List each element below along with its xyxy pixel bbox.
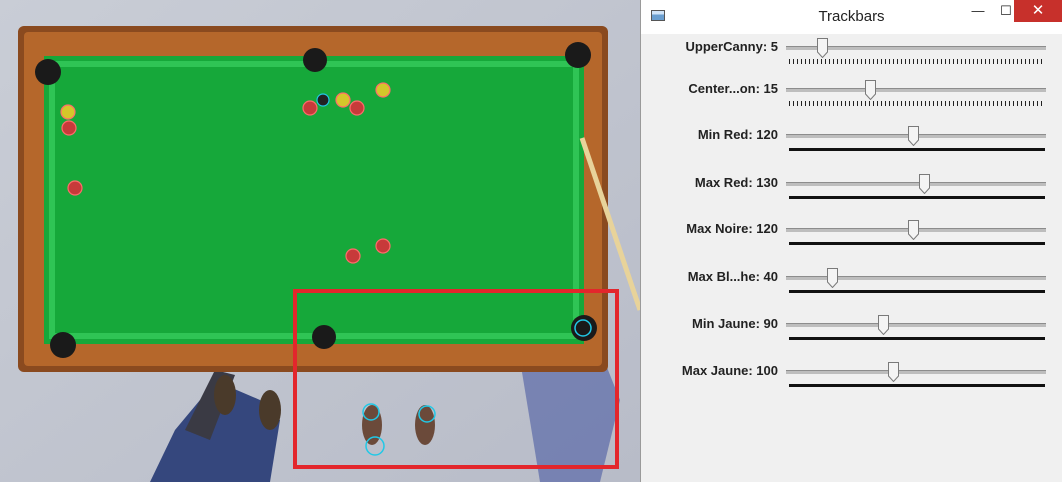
trackbar-thumb[interactable] <box>888 362 899 382</box>
shoe <box>415 405 435 445</box>
tick-marks <box>789 101 1045 106</box>
trackbar-slider[interactable] <box>786 315 1046 335</box>
title-bar[interactable]: Trackbars — ☐ ✕ <box>641 0 1062 34</box>
trackbar-thumb[interactable] <box>908 220 919 240</box>
ball <box>349 100 365 116</box>
trackbar-thumb[interactable] <box>919 174 930 194</box>
trackbar-underline <box>789 242 1045 245</box>
close-button[interactable]: ✕ <box>1014 0 1062 22</box>
trackbar-label: Max Jaune: 100 <box>681 363 778 378</box>
minimize-button[interactable]: — <box>964 0 992 22</box>
trackbar-slider[interactable] <box>786 268 1046 288</box>
trackbar-underline <box>789 384 1045 387</box>
trackbar-underline <box>789 290 1045 293</box>
pocket-top-left <box>35 59 61 85</box>
ball <box>375 82 391 98</box>
trackbar-thumb[interactable] <box>878 315 889 335</box>
ball <box>302 100 318 116</box>
trackbar-underline <box>789 337 1045 340</box>
trackbar-label: Center...on: 15 <box>688 81 778 96</box>
ball <box>60 104 76 120</box>
pocket-top-middle <box>303 48 327 72</box>
trackbar-label: Max Noire: 120 <box>686 221 778 236</box>
trackbar-slider[interactable] <box>786 220 1046 240</box>
trackbar-slider[interactable] <box>786 174 1046 194</box>
trackbar-row: Max Bl...he: 40 <box>641 268 1062 309</box>
trackbar-slider[interactable] <box>786 80 1046 100</box>
shoe <box>259 390 281 430</box>
trackbar-slider[interactable] <box>786 38 1046 58</box>
trackbar-thumb[interactable] <box>817 38 828 58</box>
trackbar-label: UpperCanny: 5 <box>685 39 778 54</box>
camera-feed <box>0 0 640 482</box>
ball <box>67 180 83 196</box>
ball <box>375 238 391 254</box>
trackbar-slider[interactable] <box>786 126 1046 146</box>
trackbar-thumb[interactable] <box>827 268 838 288</box>
shoe <box>214 375 236 415</box>
trackbar-label: Max Red: 130 <box>694 175 778 190</box>
trackbar-thumb[interactable] <box>908 126 919 146</box>
ball <box>335 92 351 108</box>
table-felt <box>44 56 584 344</box>
trackbar-label: Max Bl...he: 40 <box>687 269 778 284</box>
pocket-bottom-left <box>50 332 76 358</box>
tick-marks <box>789 59 1045 64</box>
trackbar-row: Min Jaune: 90 <box>641 315 1062 356</box>
trackbars-window: Trackbars — ☐ ✕ UpperCanny: 5 Center...on… <box>640 0 1062 482</box>
trackbar-row: Max Red: 130 <box>641 174 1062 215</box>
trackbar-underline <box>789 148 1045 151</box>
trackbar-thumb[interactable] <box>865 80 876 100</box>
pocket-top-right <box>565 42 591 68</box>
trackbar-underline <box>789 196 1045 199</box>
trackbar-slider[interactable] <box>786 362 1046 382</box>
ball <box>345 248 361 264</box>
trackbar-row: Center...on: 15 <box>641 80 1062 121</box>
trackbar-row: Max Noire: 120 <box>641 220 1062 261</box>
ball <box>316 93 330 107</box>
trackbar-label: Min Jaune: 90 <box>692 316 778 331</box>
trackbar-row: UpperCanny: 5 <box>641 38 1062 79</box>
trackbar-row: Max Jaune: 100 <box>641 362 1062 403</box>
trackbar-label: Min Red: 120 <box>697 127 778 142</box>
trackbar-row: Min Red: 120 <box>641 126 1062 167</box>
pocket-bottom-middle <box>312 325 336 349</box>
ball <box>61 120 77 136</box>
